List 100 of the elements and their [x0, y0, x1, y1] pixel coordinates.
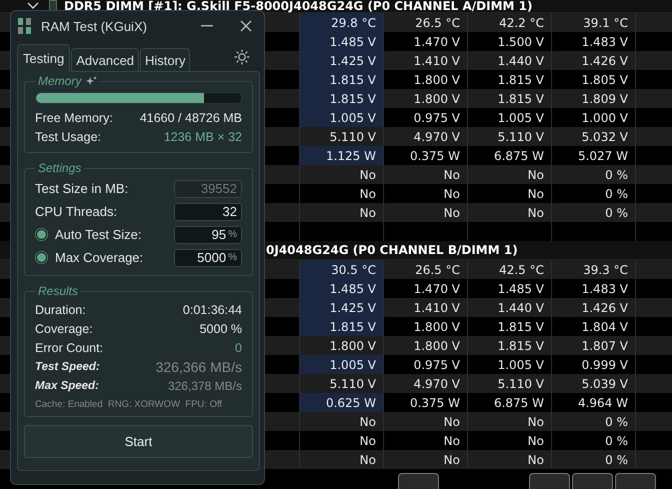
table-cell: 1.440 V	[498, 300, 544, 314]
table-cell: No	[444, 206, 460, 220]
table-cell: 1.815 V	[498, 338, 544, 352]
group-title: Results	[38, 284, 78, 298]
table-cell: No	[360, 168, 376, 182]
table-cell: 1.485 V	[498, 282, 544, 296]
input-field[interactable]: 95%	[174, 226, 242, 244]
table-cell: 1.805 V	[582, 72, 628, 86]
input-field[interactable]: 32	[174, 202, 242, 220]
table-cell: 1.485 V	[330, 34, 376, 48]
tab[interactable]: Advanced	[71, 48, 140, 71]
table-cell: 42.5 °C	[499, 262, 544, 276]
field-label: Free Memory:	[35, 110, 113, 124]
table-cell: 1.815 V	[498, 72, 544, 86]
table-cell: 1.005 V	[498, 110, 544, 124]
table-cell: 1.470 V	[414, 34, 460, 48]
table-cell: No	[444, 434, 460, 448]
table-cell: 0 %	[605, 186, 628, 200]
table-cell: No	[444, 414, 460, 428]
table-cell: No	[360, 452, 376, 466]
table-cell: 1.483 V	[582, 34, 628, 48]
table-cell: 1.000 V	[582, 110, 628, 124]
table-cell: 1.800 V	[414, 92, 460, 106]
table-cell: 1.815 V	[330, 320, 376, 334]
result-value: 0:01:36:44	[182, 302, 242, 316]
result-value: 326,378 MB/s	[168, 378, 242, 392]
footnote: Cache: Enabled RNG: XORWOW FPU: Off	[35, 399, 224, 410]
table-cell: 0 %	[605, 414, 628, 428]
table-cell: 1.500 V	[498, 34, 544, 48]
table-cell: 0.625 W	[326, 396, 376, 410]
table-cell: 1.804 V	[582, 320, 628, 334]
table-cell: No	[360, 434, 376, 448]
table-cell: No	[528, 452, 544, 466]
input-field[interactable]: 5000%	[174, 248, 242, 266]
start-button[interactable]: Start	[24, 425, 253, 458]
table-cell: 0.975 V	[414, 110, 460, 124]
table-cell: 4.964 W	[578, 396, 628, 410]
table-cell: No	[444, 452, 460, 466]
table-cell: 1.005 V	[330, 110, 376, 124]
table-cell: 1.800 V	[330, 338, 376, 352]
chevron-icon[interactable]	[27, 2, 39, 10]
minimize-icon[interactable]	[201, 25, 213, 27]
table-cell: 1.815 V	[330, 92, 376, 106]
table-cell: No	[528, 206, 544, 220]
table-cell: 1.410 V	[414, 54, 460, 68]
table-cell: No	[528, 186, 544, 200]
table-cell: 5.110 V	[330, 130, 376, 144]
table-cell: 4.970 V	[414, 376, 460, 390]
table-cell: 30.5 °C	[331, 262, 376, 276]
table-cell: 1.807 V	[582, 338, 628, 352]
field-label: Max Coverage:	[55, 250, 144, 265]
table-cell: 0.375 W	[410, 148, 460, 162]
table-cell: 5.110 V	[498, 376, 544, 390]
result-value: 326,366 MB/s	[156, 358, 242, 374]
result-label: Test Speed:	[35, 360, 100, 372]
table-cell: 1.440 V	[498, 54, 544, 68]
table-cell: 0 %	[605, 168, 628, 182]
close-icon[interactable]	[240, 20, 252, 32]
field-label: CPU Threads:	[35, 204, 118, 219]
table-cell: No	[444, 186, 460, 200]
table-cell: 1.425 V	[330, 300, 376, 314]
group-title: Settings	[38, 161, 82, 175]
table-cell: No	[444, 168, 460, 182]
table-cell: 5.110 V	[330, 376, 376, 390]
result-value: 5000 %	[200, 322, 242, 336]
tab[interactable]: History	[140, 48, 190, 71]
table-cell: 26.5 °C	[415, 16, 460, 30]
tab[interactable]: Testing	[17, 44, 70, 72]
table-cell: 1.426 V	[582, 300, 628, 314]
field-label: Auto Test Size:	[55, 227, 142, 242]
radio-button[interactable]	[35, 228, 48, 241]
table-cell: No	[528, 414, 544, 428]
table-cell: 1.800 V	[414, 338, 460, 352]
table-cell: 0.975 V	[414, 358, 460, 372]
table-cell: 1.005 V	[330, 358, 376, 372]
result-label: Max Speed:	[35, 380, 99, 392]
table-cell: 1.426 V	[582, 54, 628, 68]
table-cell: 0.999 V	[582, 358, 628, 372]
sparkle-icon	[86, 76, 98, 86]
table-cell: 29.8 °C	[331, 16, 376, 30]
field-value: 1236 MB × 32	[164, 130, 242, 144]
window-title: RAM Test (KGuiX)	[41, 18, 147, 34]
table-cell: 0 %	[605, 206, 628, 220]
table-cell: 39.3 °C	[583, 262, 628, 276]
table-cell: 1.125 W	[326, 148, 376, 162]
table-cell: 42.2 °C	[499, 16, 544, 30]
table-cell: No	[360, 206, 376, 220]
theme-toggle-icon[interactable]	[234, 49, 250, 65]
result-label: Error Count:	[35, 340, 104, 354]
table-cell: 1.425 V	[330, 54, 376, 68]
radio-button[interactable]	[35, 251, 48, 264]
table-cell: 5.027 W	[578, 148, 628, 162]
group-title: Memory	[38, 74, 82, 88]
table-cell: 1.485 V	[330, 282, 376, 296]
table-cell: 5.110 V	[498, 130, 544, 144]
result-label: Duration:	[35, 302, 86, 316]
table-cell: 39.1 °C	[583, 16, 628, 30]
table-cell: 1.815 V	[498, 92, 544, 106]
table-cell: 26.5 °C	[415, 262, 460, 276]
table-cell: 5.039 V	[582, 376, 628, 390]
